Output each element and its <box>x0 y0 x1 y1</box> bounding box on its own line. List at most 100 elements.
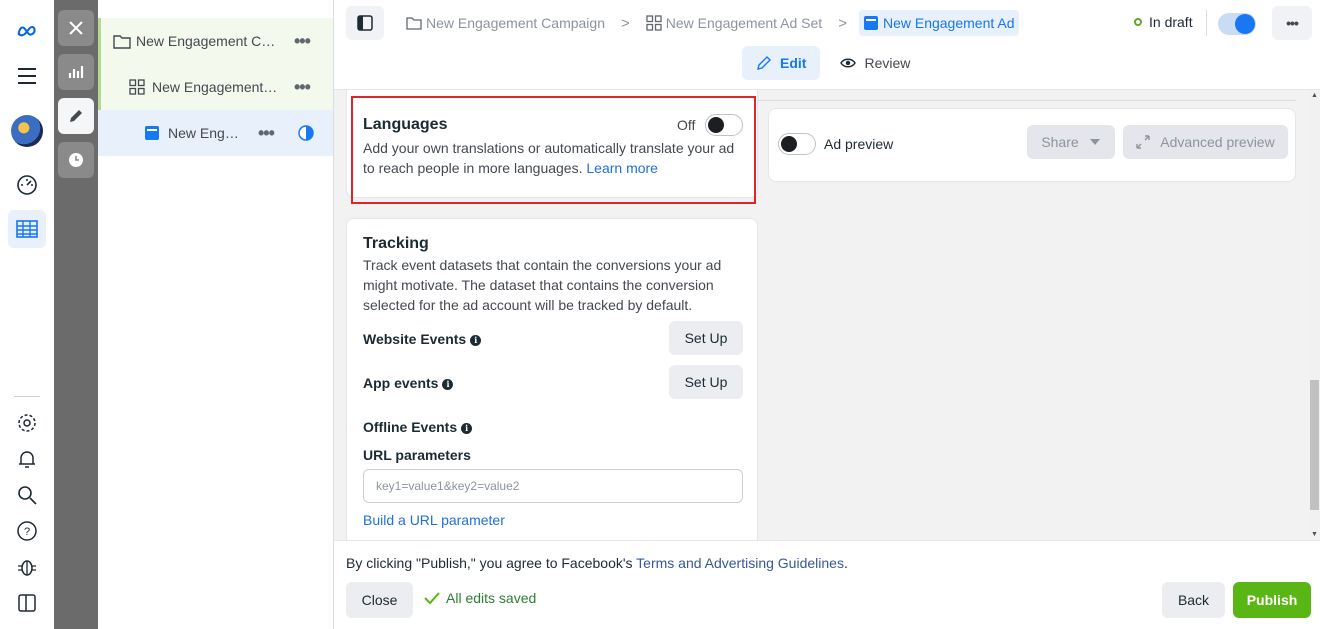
adset-grid-icon <box>646 15 662 31</box>
share-label: Share <box>1041 134 1079 150</box>
share-button[interactable]: Share <box>1027 125 1115 159</box>
advanced-preview-label: Advanced preview <box>1160 134 1275 150</box>
chevron-right-icon: > <box>838 14 847 32</box>
expand-icon <box>1136 135 1150 149</box>
ad-preview-label: Ad preview <box>824 136 894 152</box>
offline-events-row: Offline Events i <box>363 419 473 435</box>
info-icon[interactable]: i <box>470 335 482 346</box>
ad-icon <box>863 16 878 30</box>
status-badge: In draft <box>1134 14 1193 30</box>
eye-icon <box>840 58 857 68</box>
ad-icon <box>145 126 159 140</box>
nav-divider <box>14 396 40 397</box>
ad-preview-toggle[interactable] <box>778 133 816 155</box>
status-half-circle-icon <box>298 125 314 141</box>
meta-logo-icon[interactable] <box>8 12 46 50</box>
tree-item-ad[interactable]: New Engag... ••• <box>98 110 333 156</box>
publish-button[interactable]: Publish <box>1233 582 1311 618</box>
back-button[interactable]: Back <box>1162 582 1225 618</box>
close-icon[interactable] <box>58 10 94 46</box>
scrollbar-thumb[interactable] <box>1310 380 1319 510</box>
chevron-down-icon <box>1089 139 1100 145</box>
publish-notice-suffix: . <box>843 555 848 571</box>
tracking-title: Tracking <box>363 235 429 252</box>
languages-highlight-box <box>351 96 756 204</box>
bug-report-icon[interactable] <box>8 548 46 586</box>
tab-review[interactable]: Review <box>826 46 924 80</box>
more-options-icon[interactable]: ••• <box>294 31 311 52</box>
advanced-preview-button[interactable]: Advanced preview <box>1123 125 1288 159</box>
settings-gear-icon[interactable] <box>8 404 46 442</box>
breadcrumb-ad-label: New Engagement Ad <box>882 15 1015 31</box>
breadcrumb-campaign[interactable]: New Engagement Campaign <box>402 10 609 36</box>
breadcrumb-adset-label: New Engagement Ad Set <box>665 15 823 31</box>
campaign-tree: New Engagement Ca... ••• New Engagement … <box>98 0 334 629</box>
sidebar-toggle-icon <box>357 15 373 31</box>
tab-review-label: Review <box>864 55 911 71</box>
main-scrollbar[interactable]: ▲ ▼ <box>1309 90 1320 540</box>
breadcrumb: New Engagement Campaign > New Engagement… <box>346 6 1019 40</box>
tab-edit-label: Edit <box>780 55 807 71</box>
chart-icon[interactable] <box>58 54 94 90</box>
ads-manager-table-icon[interactable] <box>8 210 46 248</box>
offline-events-label: Offline Events <box>363 419 458 435</box>
url-parameters-label: URL parameters <box>363 447 471 463</box>
pencil-icon <box>757 56 771 70</box>
search-icon[interactable] <box>8 476 46 514</box>
top-bar: New Engagement Campaign > New Engagement… <box>334 0 1320 90</box>
tree-ad-label: New Engag... <box>168 125 246 141</box>
info-icon[interactable]: i <box>442 379 454 390</box>
website-events-label: Website Events <box>363 331 467 347</box>
website-events-row: Website Events i <box>363 331 482 347</box>
menu-icon[interactable] <box>8 57 46 95</box>
website-events-setup-button[interactable]: Set Up <box>669 321 743 355</box>
app-events-setup-button[interactable]: Set Up <box>669 365 743 399</box>
tree-item-adset[interactable]: New Engagement ... ••• <box>98 64 333 110</box>
folder-icon <box>406 17 422 30</box>
help-icon[interactable]: ? <box>8 512 46 550</box>
breadcrumb-adset[interactable]: New Engagement Ad Set <box>642 10 826 36</box>
folder-icon <box>113 35 131 49</box>
terms-link[interactable]: Terms and Advertising Guidelines <box>636 555 844 571</box>
save-status-label: All edits saved <box>446 590 537 606</box>
footer-bar: By clicking "Publish," you agree to Face… <box>334 540 1320 629</box>
close-button[interactable]: Close <box>346 582 413 618</box>
tracking-description: Track event datasets that contain the co… <box>363 257 722 313</box>
ad-preview-card: Ad preview Share Advanced preview <box>768 108 1296 182</box>
tab-edit[interactable]: Edit <box>742 46 821 80</box>
app-events-label: App events <box>363 375 439 391</box>
ad-active-toggle[interactable] <box>1218 13 1256 35</box>
scroll-down-icon[interactable]: ▼ <box>1311 531 1318 538</box>
save-status: All edits saved <box>424 590 536 606</box>
tree-item-campaign[interactable]: New Engagement Ca... ••• <box>98 18 333 64</box>
sidebar-panel-icon[interactable] <box>8 584 46 622</box>
notifications-bell-icon[interactable] <box>8 440 46 478</box>
status-dot-icon <box>1134 18 1142 26</box>
build-url-parameter-link[interactable]: Build a URL parameter <box>363 512 505 528</box>
info-icon[interactable]: i <box>461 423 473 434</box>
url-parameters-input[interactable]: key1=value1&key2=value2 <box>363 469 743 503</box>
breadcrumb-campaign-label: New Engagement Campaign <box>426 15 605 31</box>
tree-adset-label: New Engagement ... <box>152 79 278 95</box>
publish-notice-text: By clicking "Publish," you agree to Face… <box>346 555 637 571</box>
svg-text:?: ? <box>24 526 30 538</box>
more-options-icon[interactable]: ••• <box>258 123 275 144</box>
more-actions-button[interactable]: ••• <box>1272 6 1312 40</box>
tree-campaign-label: New Engagement Ca... <box>136 33 278 49</box>
publish-notice: By clicking "Publish," you agree to Face… <box>346 555 848 571</box>
scroll-up-icon[interactable]: ▲ <box>1311 92 1318 99</box>
avatar[interactable] <box>8 112 46 150</box>
history-clock-icon[interactable] <box>58 142 94 178</box>
tracking-card: Tracking Track event datasets that conta… <box>346 218 758 540</box>
more-options-icon[interactable]: ••• <box>294 77 311 98</box>
breadcrumb-ad[interactable]: New Engagement Ad <box>858 10 1019 36</box>
toggle-sidebar-button[interactable] <box>346 6 384 40</box>
dashboard-icon[interactable] <box>8 166 46 204</box>
divider <box>1206 10 1207 36</box>
app-events-row: App events i <box>363 375 454 391</box>
status-label: In draft <box>1149 14 1193 30</box>
mode-tabs: Edit Review <box>742 46 930 80</box>
edit-pencil-icon[interactable] <box>58 98 94 134</box>
adset-grid-icon <box>129 79 145 95</box>
tools-rail <box>54 0 98 629</box>
